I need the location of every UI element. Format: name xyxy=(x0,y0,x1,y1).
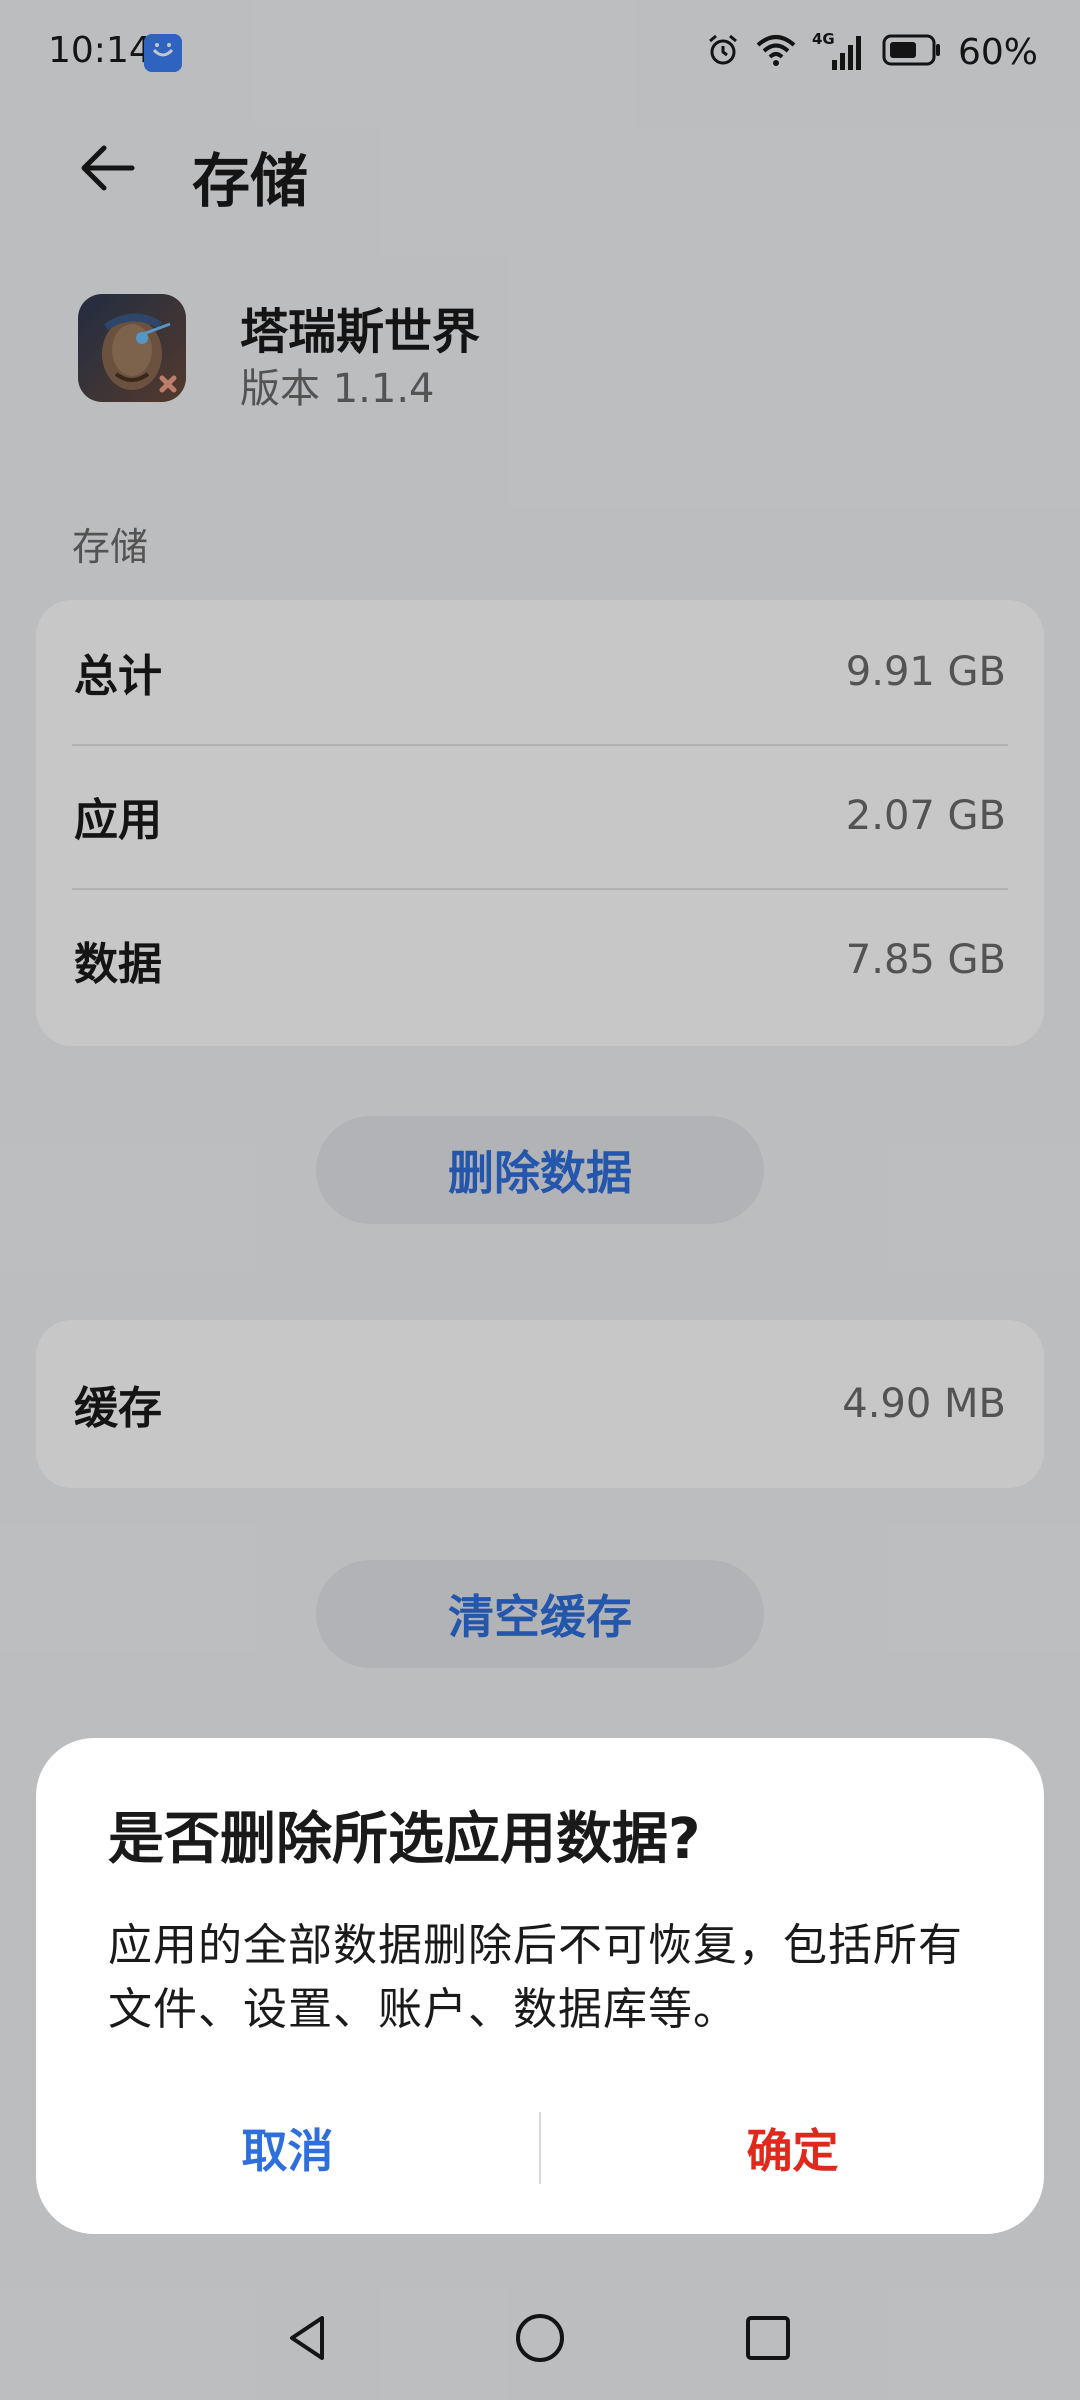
confirm-button[interactable]: 确定 xyxy=(541,2100,1044,2196)
delete-data-dialog: 是否删除所选应用数据? 应用的全部数据删除后不可恢复，包括所有文件、设置、账户、… xyxy=(36,1738,1044,2234)
cancel-button[interactable]: 取消 xyxy=(36,2100,539,2196)
dialog-title: 是否删除所选应用数据? xyxy=(108,1807,701,1872)
dialog-actions: 取消 确定 xyxy=(36,2100,1044,2196)
dialog-message: 应用的全部数据删除后不可恢复，包括所有文件、设置、账户、数据库等。 xyxy=(108,1920,963,2035)
